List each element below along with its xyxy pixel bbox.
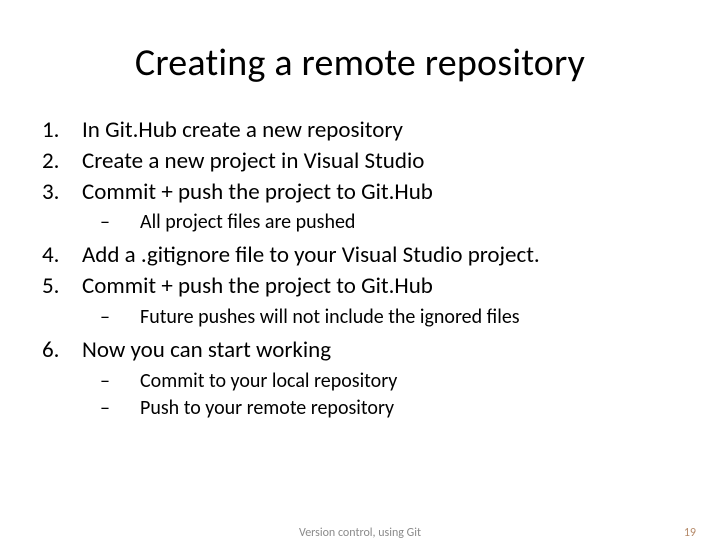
page-number: 19 [684, 526, 696, 540]
list-item: Now you can start working Commit to your… [30, 336, 690, 421]
sub-list-item: Commit to your local repository [82, 369, 690, 394]
list-item-text: Commit + push the project to Git.Hub [82, 272, 433, 300]
list-item: Commit + push the project to Git.Hub Fut… [30, 272, 690, 330]
list-item-text: Add a .gitignore file to your Visual Stu… [82, 241, 540, 269]
sub-list: Future pushes will not include the ignor… [82, 305, 690, 330]
footer-center-text: Version control, using Git [299, 526, 421, 540]
list-item: Create a new project in Visual Studio [30, 147, 690, 176]
list-item-text: In Git.Hub create a new repository [82, 116, 403, 144]
list-item-text: Create a new project in Visual Studio [82, 147, 424, 175]
list-item: Commit + push the project to Git.Hub All… [30, 178, 690, 236]
list-item-text: Commit + push the project to Git.Hub [82, 178, 433, 206]
slide: Creating a remote repository In Git.Hub … [0, 0, 720, 540]
slide-body: In Git.Hub create a new repository Creat… [30, 116, 690, 421]
sub-list: Commit to your local repository Push to … [82, 369, 690, 421]
sub-list-item: Future pushes will not include the ignor… [82, 305, 690, 330]
list-item: In Git.Hub create a new repository [30, 116, 690, 145]
sub-list: All project files are pushed [82, 210, 690, 235]
sub-list-item: All project files are pushed [82, 210, 690, 235]
main-list: In Git.Hub create a new repository Creat… [30, 116, 690, 421]
list-item: Add a .gitignore file to your Visual Stu… [30, 241, 690, 270]
slide-title: Creating a remote repository [30, 40, 690, 86]
list-item-text: Now you can start working [82, 336, 331, 364]
sub-list-item: Push to your remote repository [82, 396, 690, 421]
